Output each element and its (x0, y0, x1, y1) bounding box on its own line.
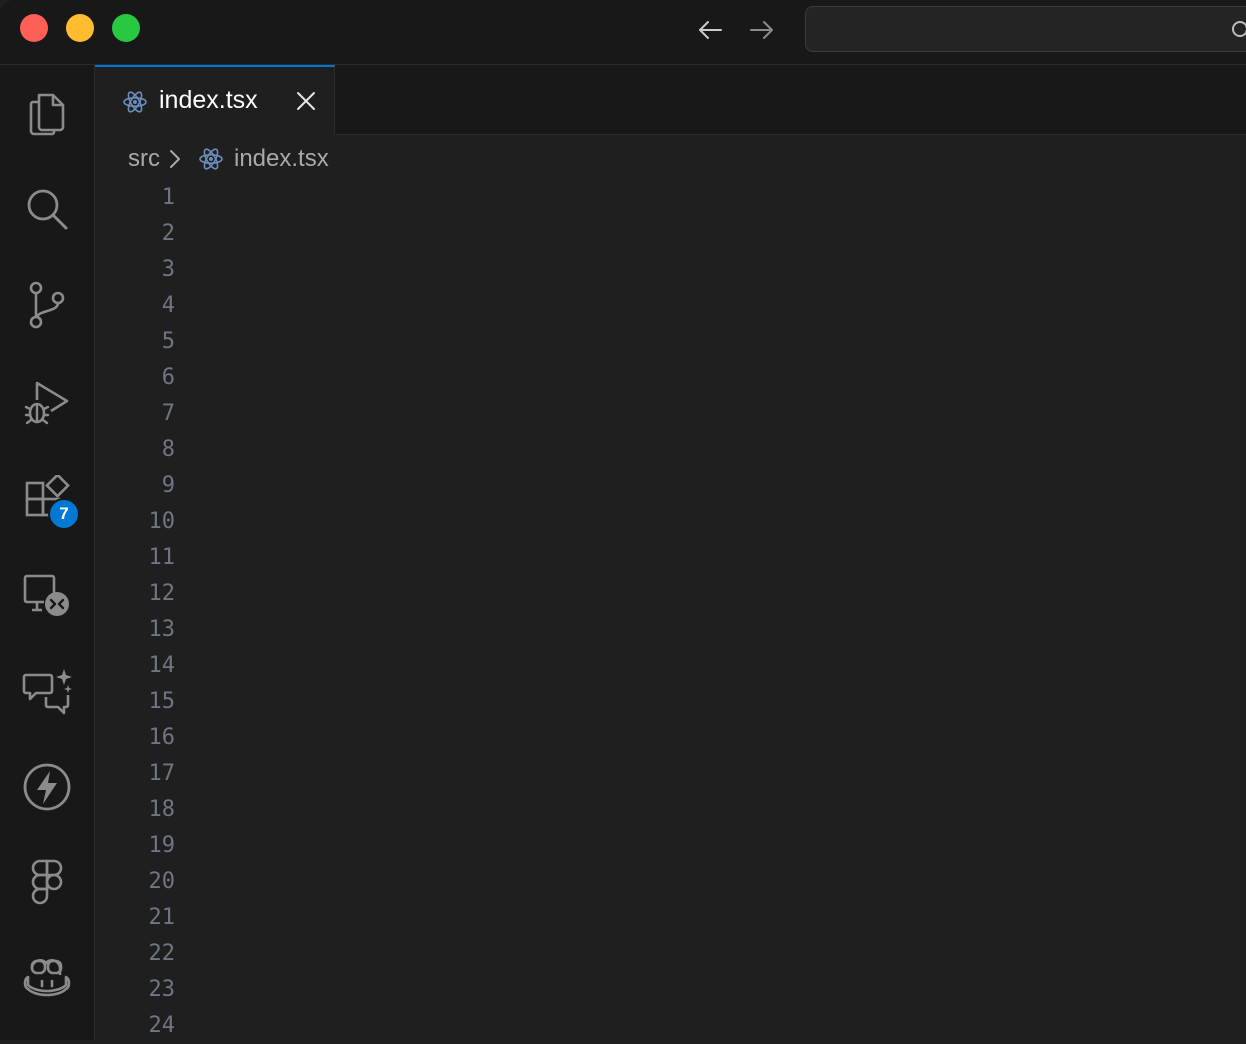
tab-index-tsx[interactable]: index.tsx (95, 65, 335, 135)
line-number: 7 (161, 401, 175, 426)
arrow-right-icon (750, 21, 773, 39)
activity-copilot[interactable] (0, 937, 94, 1017)
close-icon[interactable] (294, 89, 318, 113)
chevron-right-icon (168, 148, 182, 170)
copilot-icon (23, 958, 71, 997)
line-number: 15 (148, 689, 176, 714)
files-icon (29, 93, 65, 136)
breadcrumb: src index.tsx (128, 141, 329, 177)
line-number: 23 (148, 977, 176, 1002)
activity-explorer[interactable] (0, 73, 94, 153)
activity-run-debug[interactable] (0, 363, 94, 443)
arrow-left-icon (699, 21, 722, 39)
line-number: 11 (148, 545, 176, 570)
line-number: 14 (148, 653, 176, 678)
search-icon (27, 189, 68, 230)
react-icon (123, 91, 147, 113)
source-control-icon (29, 281, 65, 329)
activity-bar: 7 (0, 65, 95, 1040)
command-center-search[interactable] (805, 6, 1246, 52)
activity-figma[interactable] (0, 843, 94, 923)
breadcrumb-file[interactable]: index.tsx (234, 145, 329, 173)
editor-tabs: index.tsx (95, 65, 1246, 135)
line-number: 24 (148, 1013, 176, 1038)
line-number: 19 (148, 833, 176, 858)
line-number: 17 (148, 761, 176, 786)
line-number: 21 (148, 905, 176, 930)
line-number: 2 (161, 221, 175, 246)
debug-icon (24, 381, 69, 425)
figma-icon (31, 859, 63, 905)
title-bar (0, 0, 1246, 65)
line-number: 5 (161, 329, 175, 354)
line-number: 9 (161, 473, 175, 498)
activity-chat[interactable] (0, 651, 94, 731)
extensions-badge: 7 (48, 498, 80, 530)
chat-sparkle-icon (22, 669, 72, 715)
line-number: 13 (148, 617, 176, 642)
code-editor[interactable]: 1 2 3 4 5 6 7 8 9 10 11 12 13 14 15 16 17 18 19 20 21 22 23 24 (95, 180, 1246, 1040)
line-number: 10 (148, 509, 176, 534)
tab-label: index.tsx (159, 86, 258, 114)
line-number: 12 (148, 581, 176, 606)
line-number: 6 (161, 365, 175, 390)
line-number: 22 (148, 941, 176, 966)
breadcrumb-folder[interactable]: src (128, 145, 160, 173)
line-number: 1 (161, 185, 175, 210)
activity-lightning[interactable] (0, 747, 94, 827)
line-number: 20 (148, 869, 176, 894)
search-icon (1232, 21, 1246, 37)
activity-remote-explorer[interactable] (0, 555, 94, 635)
minimize-window-button[interactable] (66, 14, 94, 42)
activity-search[interactable] (0, 169, 94, 249)
react-icon (198, 146, 224, 172)
line-number: 16 (148, 725, 176, 750)
lightning-icon (23, 763, 71, 811)
zoom-window-button[interactable] (112, 14, 140, 42)
line-number: 18 (148, 797, 176, 822)
activity-extensions[interactable] (0, 459, 94, 539)
activity-source-control[interactable] (0, 265, 94, 345)
line-number: 4 (161, 293, 175, 318)
close-window-button[interactable] (20, 14, 48, 42)
forward-button[interactable] (747, 15, 777, 45)
back-button[interactable] (695, 15, 725, 45)
line-number: 3 (161, 257, 175, 282)
line-number: 8 (161, 437, 175, 462)
remote-icon (23, 574, 69, 616)
